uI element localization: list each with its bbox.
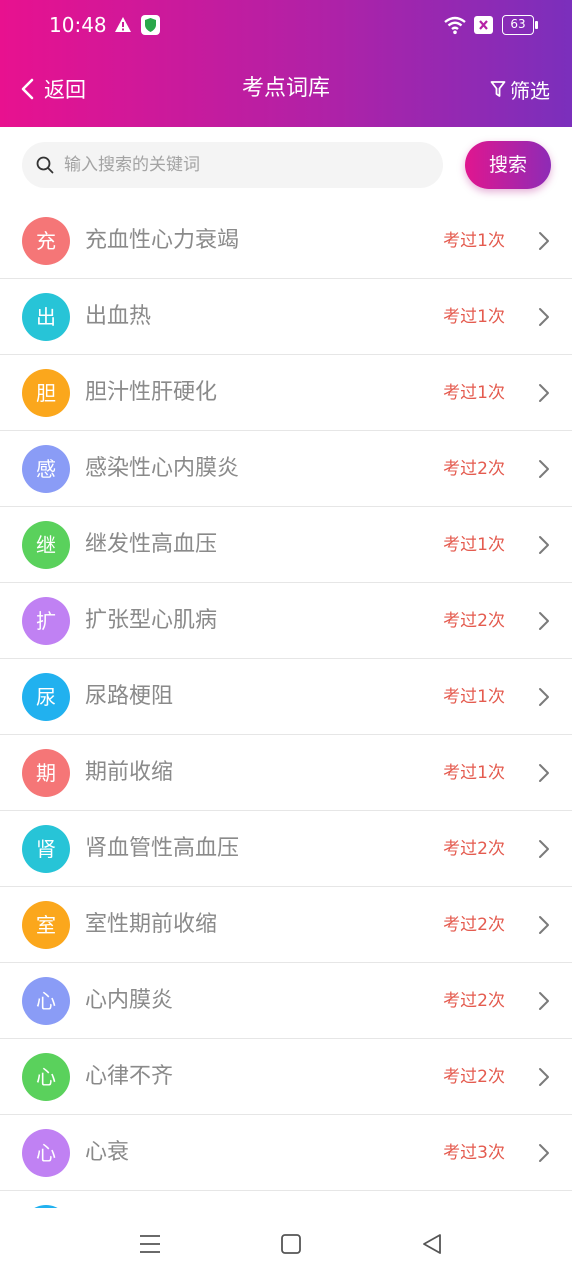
term-name: 肾血管性高血压 bbox=[85, 836, 240, 861]
list-item[interactable]: 心 心衰 考过3次 bbox=[0, 1115, 572, 1191]
list-item[interactable]: 心 心内膜炎 考过2次 bbox=[0, 963, 572, 1039]
avatar: 心 bbox=[22, 1053, 70, 1101]
term-name: 继发性高血压 bbox=[85, 532, 218, 557]
avatar: 胆 bbox=[22, 369, 70, 417]
chevron-right-icon bbox=[539, 460, 549, 478]
wifi-icon bbox=[444, 16, 466, 35]
search-button[interactable]: 搜索 bbox=[465, 141, 551, 189]
avatar: 充 bbox=[22, 217, 70, 265]
search-icon bbox=[36, 156, 54, 174]
avatar: 期 bbox=[22, 749, 70, 797]
chevron-left-icon bbox=[21, 78, 34, 100]
list-item[interactable]: 胆 胆汁性肝硬化 考过1次 bbox=[0, 355, 572, 431]
term-name: 心内膜炎 bbox=[85, 988, 174, 1013]
term-name: 胆汁性肝硬化 bbox=[85, 380, 218, 405]
exam-count: 考过2次 bbox=[443, 459, 505, 479]
battery-icon: 63 bbox=[502, 15, 534, 35]
home-icon[interactable] bbox=[279, 1232, 303, 1256]
list-item[interactable]: 感 感染性心内膜炎 考过2次 bbox=[0, 431, 572, 507]
status-time: 10:48 bbox=[49, 13, 107, 37]
exam-count: 考过3次 bbox=[443, 1143, 505, 1163]
list-item[interactable]: 室 室性期前收缩 考过2次 bbox=[0, 887, 572, 963]
avatar: 心 bbox=[22, 1129, 70, 1177]
term-name: 室性期前收缩 bbox=[85, 912, 218, 937]
avatar: 扩 bbox=[22, 597, 70, 645]
exam-count: 考过2次 bbox=[443, 1067, 505, 1087]
chevron-right-icon bbox=[539, 536, 549, 554]
exam-count: 考过2次 bbox=[443, 611, 505, 631]
term-name: 尿路梗阻 bbox=[85, 684, 174, 709]
close-box-icon bbox=[474, 16, 493, 34]
exam-count: 考过1次 bbox=[443, 535, 505, 555]
exam-count: 考过2次 bbox=[443, 839, 505, 859]
list-item[interactable]: 继 继发性高血压 考过1次 bbox=[0, 507, 572, 583]
list-item[interactable]: 心 心律不齐 考过2次 bbox=[0, 1039, 572, 1115]
app-header: 10:48 63 返回 考点词库 筛选 bbox=[0, 0, 572, 127]
avatar: 感 bbox=[22, 445, 70, 493]
list-item[interactable]: 充 充血性心力衰竭 考过1次 bbox=[0, 203, 572, 279]
avatar: 出 bbox=[22, 293, 70, 341]
back-button[interactable]: 返回 bbox=[20, 62, 86, 116]
avatar: 尿 bbox=[22, 673, 70, 721]
term-name: 扩张型心肌病 bbox=[85, 608, 218, 633]
filter-button[interactable]: 筛选 bbox=[490, 62, 550, 116]
chevron-right-icon bbox=[539, 992, 549, 1010]
list-item[interactable] bbox=[0, 1191, 572, 1208]
back-triangle-icon[interactable] bbox=[420, 1232, 444, 1256]
exam-count: 考过1次 bbox=[443, 307, 505, 327]
chevron-right-icon bbox=[539, 688, 549, 706]
filter-label: 筛选 bbox=[510, 78, 550, 103]
battery-tip bbox=[535, 21, 538, 29]
filter-icon bbox=[490, 81, 506, 97]
avatar: 继 bbox=[22, 521, 70, 569]
chevron-right-icon bbox=[539, 1068, 549, 1086]
exam-count: 考过1次 bbox=[443, 383, 505, 403]
chevron-right-icon bbox=[539, 612, 549, 630]
warning-icon bbox=[115, 17, 131, 32]
shield-icon bbox=[141, 15, 160, 35]
chevron-right-icon bbox=[539, 1144, 549, 1162]
exam-count: 考过2次 bbox=[443, 915, 505, 935]
system-nav-bar bbox=[0, 1208, 572, 1280]
chevron-right-icon bbox=[539, 916, 549, 934]
list-item[interactable]: 扩 扩张型心肌病 考过2次 bbox=[0, 583, 572, 659]
chevron-right-icon bbox=[539, 764, 549, 782]
exam-count: 考过2次 bbox=[443, 991, 505, 1011]
term-name: 心律不齐 bbox=[85, 1064, 174, 1089]
exam-count: 考过1次 bbox=[443, 763, 505, 783]
avatar: 肾 bbox=[22, 825, 70, 873]
battery-level: 63 bbox=[510, 17, 526, 31]
search-box[interactable] bbox=[22, 142, 443, 188]
list-item[interactable]: 尿 尿路梗阻 考过1次 bbox=[0, 659, 572, 735]
avatar: 室 bbox=[22, 901, 70, 949]
exam-count: 考过1次 bbox=[443, 231, 505, 251]
list-item[interactable]: 期 期前收缩 考过1次 bbox=[0, 735, 572, 811]
chevron-right-icon bbox=[539, 384, 549, 402]
chevron-right-icon bbox=[539, 232, 549, 250]
term-name: 出血热 bbox=[85, 304, 152, 329]
list-item[interactable]: 肾 肾血管性高血压 考过2次 bbox=[0, 811, 572, 887]
list-item[interactable]: 出 出血热 考过1次 bbox=[0, 279, 572, 355]
search-row: 搜索 bbox=[0, 127, 572, 203]
term-list: 充 充血性心力衰竭 考过1次 出 出血热 考过1次 胆 胆汁性肝硬化 考过1次 … bbox=[0, 203, 572, 1208]
avatar: 心 bbox=[22, 977, 70, 1025]
term-name: 期前收缩 bbox=[85, 760, 174, 785]
chevron-right-icon bbox=[539, 308, 549, 326]
term-name: 感染性心内膜炎 bbox=[85, 456, 240, 481]
status-bar: 10:48 63 bbox=[0, 0, 572, 52]
menu-icon[interactable] bbox=[138, 1232, 162, 1256]
term-name: 充血性心力衰竭 bbox=[85, 228, 240, 253]
term-name: 心衰 bbox=[85, 1140, 130, 1165]
back-label: 返回 bbox=[44, 78, 86, 102]
chevron-right-icon bbox=[539, 840, 549, 858]
exam-count: 考过1次 bbox=[443, 687, 505, 707]
search-input[interactable] bbox=[62, 154, 416, 176]
nav-bar: 返回 考点词库 筛选 bbox=[0, 62, 572, 116]
